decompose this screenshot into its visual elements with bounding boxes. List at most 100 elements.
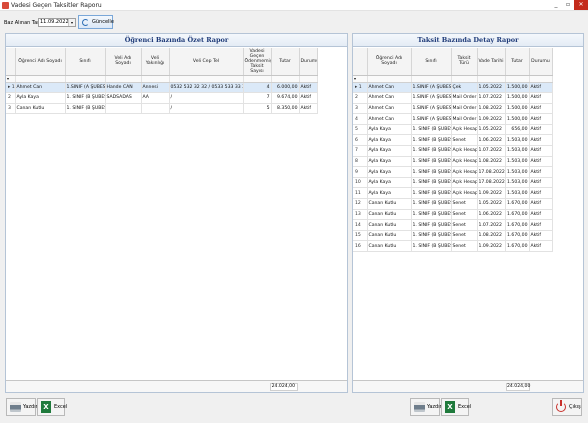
- table-cell[interactable]: Ahmet Can: [367, 82, 412, 94]
- table-cell[interactable]: 7: [243, 92, 272, 104]
- table-cell[interactable]: 1.09.2022: [477, 240, 506, 252]
- table-row[interactable]: 16Canan Kutlu1. SINIF (B ŞUBESİ)Senet1.0…: [353, 240, 553, 252]
- table-cell[interactable]: 1.07.2022: [477, 92, 506, 104]
- filter-cell[interactable]: [477, 75, 506, 83]
- table-cell[interactable]: 1. SINIF (B ŞUBESİ): [411, 219, 452, 231]
- table-cell[interactable]: 1.670,00: [505, 230, 530, 242]
- table-cell[interactable]: 1.503,00: [505, 166, 530, 178]
- table-cell[interactable]: SADSADAS: [105, 92, 142, 104]
- table-cell[interactable]: Ayla Kaya: [367, 134, 412, 147]
- table-cell[interactable]: 1. SINIF (B ŞUBESİ): [411, 177, 452, 189]
- table-cell[interactable]: 1.670,00: [505, 219, 530, 231]
- table-cell[interactable]: 1.670,00: [505, 198, 530, 210]
- column-header[interactable]: Veli Adı Soyadı: [105, 48, 142, 76]
- chevron-down-icon[interactable]: ▾: [68, 19, 75, 26]
- row-header[interactable]: 13: [353, 209, 368, 221]
- table-cell[interactable]: 5: [243, 103, 272, 115]
- table-cell[interactable]: Canan Kutlu: [367, 240, 412, 252]
- table-cell[interactable]: Hande CAN: [105, 82, 142, 94]
- table-cell[interactable]: [105, 103, 142, 115]
- filter-cell[interactable]: [105, 75, 142, 83]
- table-cell[interactable]: 1.05.2022: [477, 198, 506, 210]
- excel-button-left[interactable]: X Excel: [37, 398, 67, 416]
- table-cell[interactable]: Senet: [451, 219, 478, 231]
- table-cell[interactable]: Canan Kutlu: [367, 209, 412, 221]
- table-cell[interactable]: /: [169, 92, 244, 104]
- table-cell[interactable]: 1. SINIF (B ŞUBESİ): [411, 230, 452, 242]
- table-cell[interactable]: 1.09.2022: [477, 113, 506, 125]
- table-row[interactable]: 2Ayla Kaya1. SINIF (B ŞUBESİ)SADSADASAA/…: [6, 92, 318, 104]
- table-cell[interactable]: Aktif: [529, 124, 553, 136]
- table-cell[interactable]: 17.08.2022: [477, 166, 506, 178]
- row-header[interactable]: 12: [353, 198, 368, 210]
- filter-cell[interactable]: [169, 75, 244, 83]
- table-cell[interactable]: 1.500,00: [505, 92, 530, 104]
- table-cell[interactable]: Açık Hesap: [451, 156, 478, 168]
- table-cell[interactable]: Mail Order: [451, 113, 478, 125]
- table-cell[interactable]: 1.06.2022: [477, 209, 506, 221]
- column-header[interactable]: Durumu: [529, 48, 553, 76]
- row-header[interactable]: 6: [353, 134, 368, 147]
- table-cell[interactable]: Aktif: [529, 209, 553, 221]
- filter-cell[interactable]: [141, 75, 170, 83]
- table-cell[interactable]: Canan Kutlu: [367, 219, 412, 231]
- excel-button-right[interactable]: X Excel: [441, 398, 471, 416]
- table-cell[interactable]: Aktif: [529, 92, 553, 104]
- table-cell[interactable]: 1.08.2022: [477, 230, 506, 242]
- table-cell[interactable]: 1.503,00: [505, 187, 530, 200]
- table-cell[interactable]: 1.SINIF (A ŞUBESİ): [411, 113, 452, 125]
- table-cell[interactable]: 1.06.2022: [477, 134, 506, 147]
- filter-icon[interactable]: ▾: [6, 75, 16, 83]
- table-cell[interactable]: Açık Hesap: [451, 145, 478, 157]
- table-cell[interactable]: Aktif: [529, 166, 553, 178]
- table-row[interactable]: 7Ayla Kaya1. SINIF (B ŞUBESİ)Açık Hesap1…: [353, 145, 553, 157]
- table-cell[interactable]: Ayla Kaya: [367, 187, 412, 200]
- table-cell[interactable]: Aktif: [529, 113, 553, 125]
- table-cell[interactable]: 1.09.2022: [477, 187, 506, 200]
- table-cell[interactable]: 1. SINIF (B ŞUBESİ): [411, 145, 452, 157]
- column-header[interactable]: Taksit Türü: [451, 48, 478, 76]
- table-cell[interactable]: Senet: [451, 134, 478, 147]
- table-cell[interactable]: Mail Order: [451, 103, 478, 115]
- table-cell[interactable]: 1.503,00: [505, 134, 530, 147]
- table-cell[interactable]: 6.000,00: [271, 82, 300, 94]
- table-cell[interactable]: Canan Kutlu: [15, 103, 66, 115]
- row-header[interactable]: 10: [353, 177, 368, 189]
- table-row[interactable]: 3 Ahmet Can 1.SINIF (A ŞUBESİ) Mail Order 1.…: [353, 103, 553, 115]
- table-cell[interactable]: 1.05.2022: [477, 82, 506, 94]
- table-row[interactable]: 9Ayla Kaya1. SINIF (B ŞUBESİ)Açık Hesap1…: [353, 166, 553, 178]
- filter-row[interactable]: ▾: [353, 75, 553, 83]
- table-cell[interactable]: Senet: [451, 209, 478, 221]
- table-cell[interactable]: Ahmet Can: [367, 103, 412, 115]
- table-cell[interactable]: 1.07.2022: [477, 145, 506, 157]
- table-row[interactable]: 4 Ahmet Can 1.SINIF (A ŞUBESİ) Mail Order 1.…: [353, 113, 553, 125]
- print-button-left[interactable]: Yazdır: [6, 398, 38, 416]
- table-cell[interactable]: 1.503,00: [505, 177, 530, 189]
- filter-cell[interactable]: [65, 75, 106, 83]
- table-cell[interactable]: Aktif: [529, 134, 553, 147]
- table-cell[interactable]: Senet: [451, 240, 478, 252]
- table-cell[interactable]: Aktif: [529, 219, 553, 231]
- table-cell[interactable]: 1.500,00: [505, 113, 530, 125]
- table-cell[interactable]: /: [169, 103, 244, 115]
- table-cell[interactable]: 1. SINIF (B ŞUBESİ): [411, 187, 452, 200]
- filter-cell[interactable]: [451, 75, 478, 83]
- filter-cell[interactable]: [271, 75, 300, 83]
- table-cell[interactable]: 1.670,00: [505, 209, 530, 221]
- table-cell[interactable]: 1. SINIF (B ŞUBESİ): [411, 156, 452, 168]
- row-header[interactable]: ▸ 1: [353, 82, 368, 94]
- table-cell[interactable]: Ayla Kaya: [15, 92, 66, 104]
- row-header[interactable]: 11: [353, 187, 368, 200]
- filter-cell[interactable]: [529, 75, 553, 83]
- table-cell[interactable]: 1. SINIF (B ŞUBESİ): [65, 92, 106, 104]
- column-header[interactable]: Öğrenci Adı Soyadı: [15, 48, 66, 76]
- column-header[interactable]: Sınıfı: [411, 48, 452, 76]
- table-cell[interactable]: Açık Hesap: [451, 124, 478, 136]
- exit-button[interactable]: Çıkış: [552, 398, 582, 416]
- table-cell[interactable]: 1.670,00: [505, 240, 530, 252]
- table-cell[interactable]: 0532 532 32 32 / 0533 533 33 33: [169, 82, 244, 94]
- table-row[interactable]: 15Canan Kutlu1. SINIF (B ŞUBESİ)Senet1.0…: [353, 230, 553, 242]
- table-cell[interactable]: Aktif: [529, 187, 553, 200]
- column-header[interactable]: Durumu: [299, 48, 318, 76]
- table-cell[interactable]: 1.SINIF (A ŞUBESİ): [411, 92, 452, 104]
